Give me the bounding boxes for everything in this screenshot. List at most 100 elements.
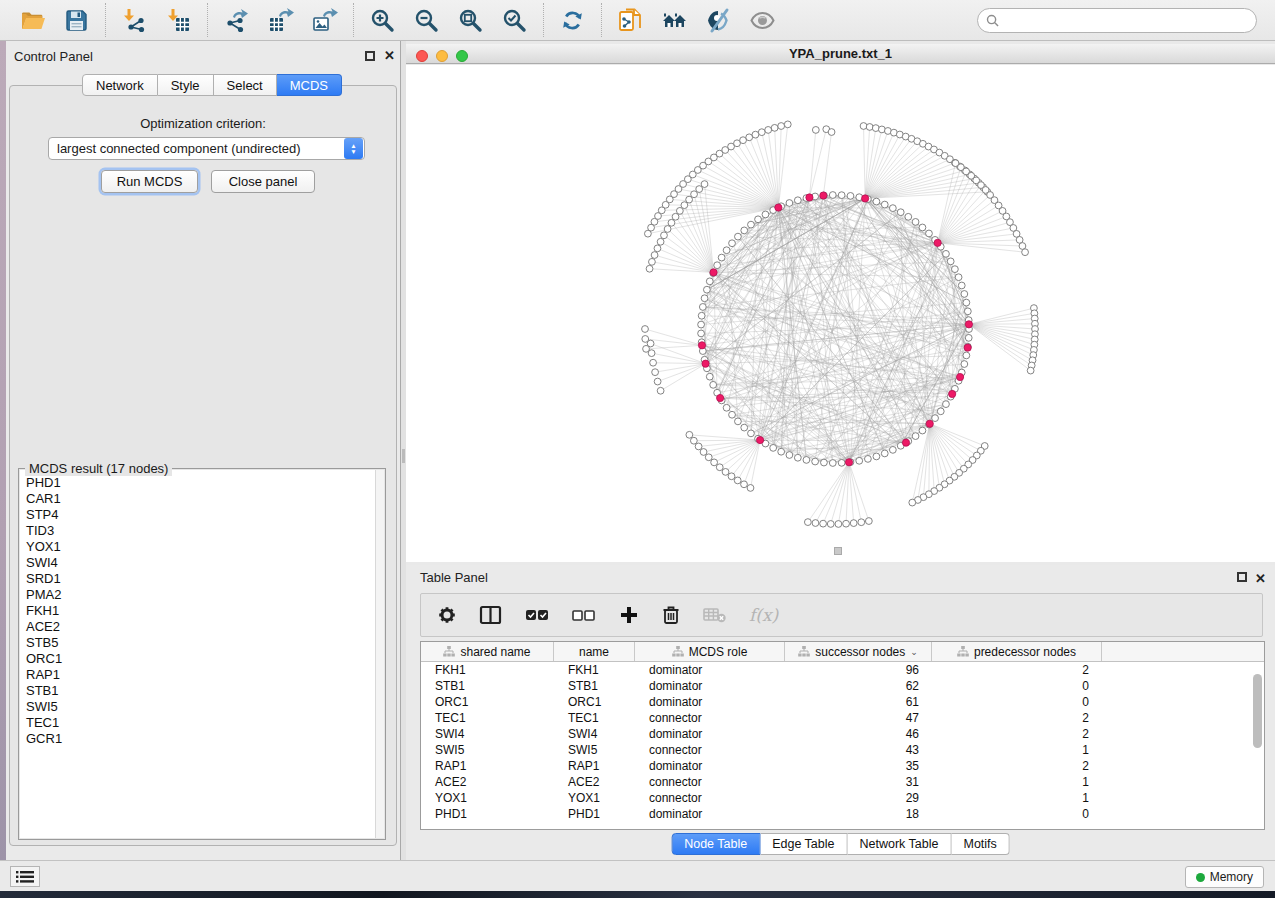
table-panel: Table Panel ✕ f(x) shared namenameMCDS r… xyxy=(406,565,1275,860)
mcds-result-item[interactable]: STB1 xyxy=(26,683,384,699)
tab-network-table[interactable]: Network Table xyxy=(848,833,952,855)
export-table-icon[interactable] xyxy=(267,7,294,34)
close-traffic-light[interactable] xyxy=(416,50,428,62)
mcds-list-scrollbar[interactable] xyxy=(375,470,384,838)
mcds-result-item[interactable]: SWI5 xyxy=(26,699,384,715)
mcds-result-item[interactable]: GCR1 xyxy=(26,731,384,747)
table-row[interactable]: YOX1YOX1connector291 xyxy=(421,790,1264,806)
import-table-icon[interactable] xyxy=(165,7,192,34)
export-image-icon[interactable] xyxy=(311,7,338,34)
cell-mcds_role: dominator xyxy=(635,807,785,821)
zoom-traffic-light[interactable] xyxy=(456,50,468,62)
table-close-icon[interactable]: ✕ xyxy=(1255,574,1266,584)
table-row[interactable]: ACE2ACE2connector311 xyxy=(421,774,1264,790)
zoom-fit-icon[interactable] xyxy=(457,7,484,34)
mcds-result-item[interactable]: PHD1 xyxy=(26,475,384,491)
tab-mcds[interactable]: MCDS xyxy=(277,74,342,96)
tab-node-table[interactable]: Node Table xyxy=(671,833,760,855)
table-row[interactable]: STB1STB1dominator620 xyxy=(421,678,1264,694)
cell-mcds_role: connector xyxy=(635,743,785,757)
mcds-result-item[interactable]: STB5 xyxy=(26,635,384,651)
mcds-result-item[interactable]: YOX1 xyxy=(26,539,384,555)
zoom-selected-icon[interactable] xyxy=(501,7,528,34)
cell-name: SWI4 xyxy=(554,727,635,741)
table-row[interactable]: SWI5SWI5connector431 xyxy=(421,742,1264,758)
column-header-name[interactable]: name xyxy=(554,642,635,661)
table-row[interactable]: ORC1ORC1dominator610 xyxy=(421,694,1264,710)
table-row[interactable]: FKH1FKH1dominator962 xyxy=(421,662,1264,678)
select-all-icon[interactable] xyxy=(524,604,550,626)
mcds-result-list[interactable]: PHD1CAR1STP4TID3YOX1SWI4SRD1PMA2FKH1ACE2… xyxy=(20,470,384,838)
export-network-icon[interactable] xyxy=(223,7,250,34)
horizontal-splitter-grip[interactable] xyxy=(834,547,842,555)
tab-edge-table[interactable]: Edge Table xyxy=(760,833,847,855)
close-panel-button[interactable]: Close panel xyxy=(211,170,315,193)
mcds-result-item[interactable]: SWI4 xyxy=(26,555,384,571)
show-eye-icon[interactable] xyxy=(749,7,776,34)
minimize-traffic-light[interactable] xyxy=(436,50,448,62)
search-input[interactable] xyxy=(1004,13,1248,27)
table-panel-tabs: Node TableEdge TableNetwork TableMotifs xyxy=(671,833,1010,855)
cell-predecessor_nodes: 2 xyxy=(932,663,1102,677)
run-mcds-button[interactable]: Run MCDS xyxy=(101,170,198,193)
hide-selected-icon[interactable] xyxy=(705,7,732,34)
network-canvas[interactable] xyxy=(406,65,1275,562)
houses-icon[interactable] xyxy=(661,7,688,34)
column-header-shared-name[interactable]: shared name xyxy=(421,642,554,661)
mcds-result-item[interactable]: CAR1 xyxy=(26,491,384,507)
search-box[interactable] xyxy=(977,8,1257,33)
network-file-icon[interactable] xyxy=(617,7,644,34)
table-row[interactable]: SWI4SWI4dominator462 xyxy=(421,726,1264,742)
table-float-icon[interactable] xyxy=(1237,572,1247,582)
mcds-result-item[interactable]: ACE2 xyxy=(26,619,384,635)
import-network-icon[interactable] xyxy=(121,7,148,34)
mcds-result-item[interactable]: STP4 xyxy=(26,507,384,523)
close-panel-icon[interactable]: ✕ xyxy=(384,51,395,61)
cell-predecessor_nodes: 0 xyxy=(932,807,1102,821)
tab-motifs[interactable]: Motifs xyxy=(951,833,1009,855)
save-session-icon[interactable] xyxy=(63,7,90,34)
column-header-predecessor-nodes[interactable]: predecessor nodes xyxy=(932,642,1102,661)
unselect-all-icon[interactable] xyxy=(571,604,597,626)
cell-mcds_role: dominator xyxy=(635,663,785,677)
table-row[interactable]: RAP1RAP1dominator352 xyxy=(421,758,1264,774)
memory-button[interactable]: Memory xyxy=(1185,866,1264,888)
float-window-icon[interactable] xyxy=(365,51,375,61)
tab-style[interactable]: Style xyxy=(158,74,214,96)
mcds-result-item[interactable]: TID3 xyxy=(26,523,384,539)
network-window-title: YPA_prune.txt_1 xyxy=(789,46,892,61)
table-row[interactable]: TEC1TEC1connector472 xyxy=(421,710,1264,726)
delete-column-icon[interactable] xyxy=(661,604,681,626)
mcds-result-item[interactable]: RAP1 xyxy=(26,667,384,683)
mcds-result-box: MCDS result (17 nodes) PHD1CAR1STP4TID3Y… xyxy=(18,468,386,840)
task-history-button[interactable] xyxy=(10,866,40,887)
open-file-icon[interactable] xyxy=(19,7,46,34)
refresh-icon[interactable] xyxy=(559,7,586,34)
column-header-successor-nodes[interactable]: successor nodes ⌄ xyxy=(785,642,932,661)
cell-shared_name: FKH1 xyxy=(421,663,554,677)
node-table-body: FKH1FKH1dominator962STB1STB1dominator620… xyxy=(421,662,1264,822)
mcds-result-item[interactable]: SRD1 xyxy=(26,571,384,587)
delete-table-icon[interactable] xyxy=(702,604,728,626)
zoom-out-icon[interactable] xyxy=(413,7,440,34)
mcds-result-item[interactable]: TEC1 xyxy=(26,715,384,731)
mcds-result-item[interactable]: FKH1 xyxy=(26,603,384,619)
network-window-titlebar[interactable]: YPA_prune.txt_1 xyxy=(406,44,1275,64)
mcds-result-item[interactable]: PMA2 xyxy=(26,587,384,603)
table-row[interactable]: PHD1PHD1dominator180 xyxy=(421,806,1264,822)
column-header-MCDS-role[interactable]: MCDS role xyxy=(635,642,785,661)
cell-successor_nodes: 46 xyxy=(785,727,932,741)
show-columns-icon[interactable] xyxy=(479,604,503,626)
tab-select[interactable]: Select xyxy=(214,74,277,96)
optimization-criterion-label: Optimization criterion: xyxy=(10,116,396,131)
table-scrollbar[interactable] xyxy=(1253,674,1262,748)
zoom-in-icon[interactable] xyxy=(369,7,396,34)
tab-network[interactable]: Network xyxy=(82,74,158,96)
mcds-result-item[interactable]: ORC1 xyxy=(26,651,384,667)
function-builder-icon[interactable]: f(x) xyxy=(749,605,778,625)
table-panel-title: Table Panel xyxy=(420,570,488,585)
table-settings-gear-icon[interactable] xyxy=(436,604,458,626)
add-column-icon[interactable] xyxy=(618,604,640,626)
cell-shared_name: TEC1 xyxy=(421,711,554,725)
optimization-criterion-select[interactable]: largest connected component (undirected)… xyxy=(48,137,365,160)
